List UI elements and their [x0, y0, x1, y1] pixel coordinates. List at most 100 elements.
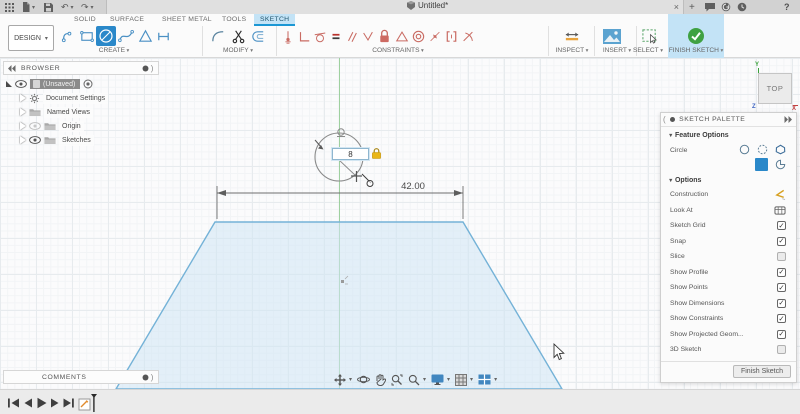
orbit-icon[interactable]	[357, 374, 370, 385]
app-grid-icon[interactable]	[5, 1, 14, 13]
panel-resize-handle[interactable]: )	[151, 64, 154, 73]
symmetry-constraint-icon[interactable]	[443, 26, 459, 46]
palette-row-look-at[interactable]: Look At	[661, 203, 796, 219]
3d-sketch-checkbox[interactable]	[777, 345, 786, 354]
trim-tool[interactable]	[228, 26, 248, 46]
document-root-item[interactable]: (Unsaved)	[30, 79, 80, 89]
grid-settings-icon[interactable]: ▾	[455, 374, 473, 386]
finish-sketch-button[interactable]	[686, 26, 706, 46]
panel-options-icon[interactable]	[142, 65, 149, 72]
select-group-label[interactable]: SELECT	[633, 47, 663, 54]
activate-radio-icon[interactable]	[83, 79, 93, 89]
zoom-icon[interactable]	[391, 374, 403, 386]
inspect-group-label[interactable]: INSPECT	[556, 47, 589, 54]
measure-tool[interactable]	[562, 26, 582, 46]
select-tool[interactable]	[640, 26, 660, 46]
midpoint-constraint-icon[interactable]	[394, 26, 409, 46]
create-group-label[interactable]: CREATE	[99, 47, 130, 54]
comments-panel-header[interactable]: COMMENTS )	[3, 370, 159, 384]
zoom-window-caret[interactable]: ▾	[423, 376, 426, 383]
finish-sketch-palette-button[interactable]: Finish Sketch	[733, 365, 791, 378]
center-circle-icon[interactable]	[739, 144, 750, 155]
browser-panel-header[interactable]: BROWSER )	[3, 61, 159, 75]
polygon-tool[interactable]	[135, 26, 155, 46]
options-section-header[interactable]: Options	[661, 172, 796, 187]
browser-item-document-settings[interactable]: Document Settings	[6, 91, 166, 105]
perpendicular-constraint-icon[interactable]	[360, 26, 375, 46]
palette-row-construction[interactable]: Construction	[661, 187, 796, 203]
collapsed-triangle-icon[interactable]	[20, 136, 26, 144]
collapsed-triangle-icon[interactable]	[20, 122, 26, 130]
collinear-constraint-icon[interactable]	[427, 26, 442, 46]
fillet-tool[interactable]	[208, 26, 228, 46]
pan-caret[interactable]: ▾	[349, 376, 352, 383]
show-profile-checkbox[interactable]	[777, 268, 786, 277]
parallel-constraint-icon[interactable]	[344, 26, 359, 46]
undo-caret[interactable]: ▾	[71, 4, 74, 11]
new-tab-icon[interactable]: +	[689, 1, 695, 13]
palette-row-show-dimensions[interactable]: Show Dimensions	[661, 296, 796, 312]
equal-constraint-icon[interactable]	[328, 26, 343, 46]
timeline-sketch-feature[interactable]	[78, 392, 100, 413]
viewports-caret[interactable]: ▾	[494, 376, 497, 383]
dimension-value[interactable]: 42.00	[401, 181, 425, 192]
timeline-playback-controls[interactable]	[8, 397, 74, 409]
coincident-constraint-icon[interactable]	[280, 26, 295, 46]
sketch-grid-checkbox[interactable]	[777, 221, 786, 230]
tab-sheet-metal[interactable]: SHEET METAL	[156, 14, 218, 26]
grid-settings-caret[interactable]: ▾	[470, 376, 473, 383]
help-icon[interactable]: ?	[784, 1, 790, 13]
insert-group-label[interactable]: INSERT	[603, 47, 631, 54]
browser-item-named-views[interactable]: Named Views	[6, 105, 166, 119]
horizontal-vertical-constraint-icon[interactable]	[296, 26, 311, 46]
panel-options-icon[interactable]	[142, 374, 149, 381]
collapse-panel-icon[interactable]	[8, 65, 16, 72]
redo-icon[interactable]: ↷▾	[81, 1, 94, 13]
view-cube[interactable]: Y TOP X Z	[752, 62, 798, 110]
collapsed-triangle-icon[interactable]	[20, 108, 26, 116]
sync-status-icon[interactable]	[721, 1, 731, 13]
undo-icon[interactable]: ↶▾	[61, 1, 74, 13]
circle-diameter-input[interactable]: 8	[332, 148, 369, 160]
spline-tool[interactable]	[116, 26, 136, 46]
tangent-constraint-icon[interactable]	[312, 26, 327, 46]
polygon-circle-icon[interactable]	[775, 144, 786, 155]
panel-resize-handle[interactable]: )	[151, 373, 154, 382]
insert-image-tool[interactable]	[602, 26, 622, 46]
document-tab[interactable]: Untitled* ×	[106, 0, 684, 14]
save-icon[interactable]	[44, 1, 53, 13]
panel-resize-handle[interactable]: (	[663, 115, 666, 124]
feature-options-section-header[interactable]: Feature Options	[661, 127, 796, 142]
history-clock-icon[interactable]	[737, 1, 747, 13]
rectangle-tool[interactable]	[77, 26, 97, 46]
browser-item-origin[interactable]: Origin	[6, 119, 166, 133]
tab-solid[interactable]: SOLID	[68, 14, 102, 26]
constraints-group-label[interactable]: CONSTRAINTS	[372, 47, 424, 54]
modify-group-label[interactable]: MODIFY	[223, 47, 253, 54]
pie-circle-icon[interactable]	[775, 159, 786, 170]
dashed-circle-icon[interactable]	[757, 144, 768, 155]
palette-row-slice[interactable]: Slice	[661, 249, 796, 265]
zoom-window-icon[interactable]: ▾	[408, 374, 426, 386]
curvature-constraint-icon[interactable]	[460, 26, 475, 46]
visibility-eye-icon[interactable]	[15, 80, 27, 88]
pan-icon[interactable]: ▾	[334, 374, 352, 386]
palette-row-show-projected[interactable]: Show Projected Geom...	[661, 327, 796, 343]
snap-checkbox[interactable]	[777, 237, 786, 246]
comment-bubble-icon[interactable]	[705, 1, 715, 13]
expand-panel-icon[interactable]	[784, 116, 792, 123]
tab-tools[interactable]: TOOLS	[216, 14, 252, 26]
show-projected-geometry-checkbox[interactable]	[777, 330, 786, 339]
redo-caret[interactable]: ▾	[91, 4, 94, 11]
close-tab-icon[interactable]: ×	[674, 1, 679, 13]
offset-tool[interactable]	[248, 26, 268, 46]
palette-row-sketch-grid[interactable]: Sketch Grid	[661, 218, 796, 234]
design-workspace-button[interactable]: DESIGN▾	[8, 25, 54, 51]
display-settings-caret[interactable]: ▾	[447, 376, 450, 383]
viewcube-top-face[interactable]: TOP	[758, 73, 792, 104]
concentric-constraint-icon[interactable]	[410, 26, 426, 46]
collapsed-triangle-icon[interactable]	[20, 94, 26, 102]
tab-sketch[interactable]: SKETCH	[254, 14, 295, 26]
dimension-lock-icon[interactable]	[371, 147, 382, 162]
sketch-profile-trapezoid[interactable]	[116, 222, 562, 389]
